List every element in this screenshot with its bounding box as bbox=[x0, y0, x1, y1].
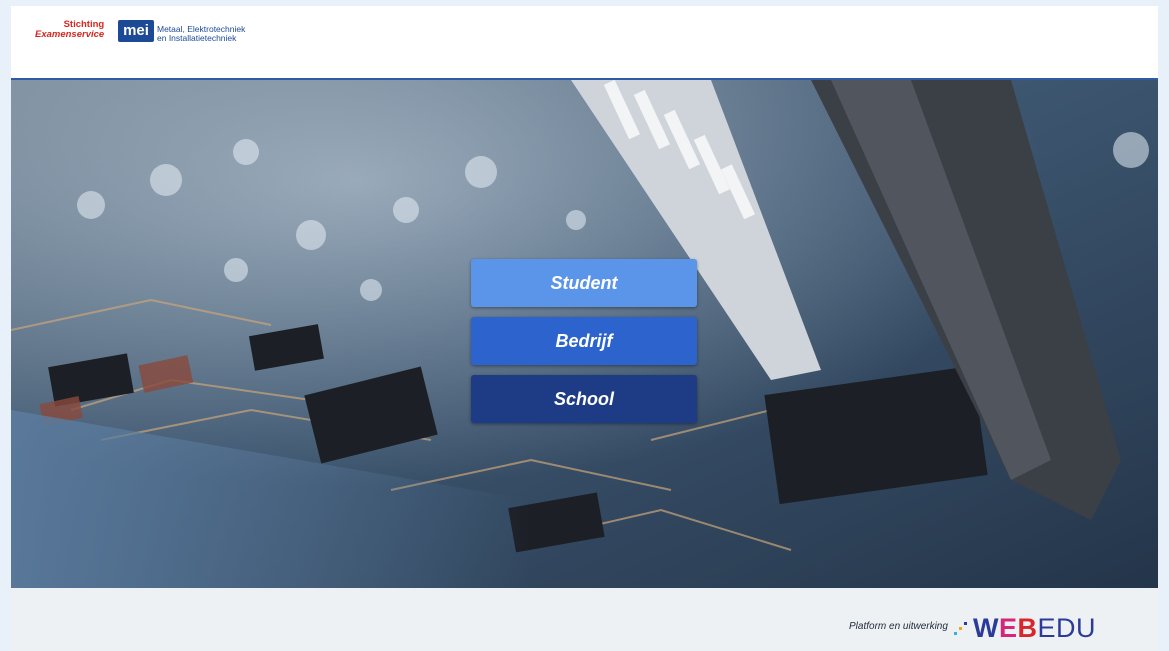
platform-credit: Platform en uitwerking bbox=[849, 621, 948, 632]
hero-image: Student Bedrijf School bbox=[11, 80, 1158, 588]
mei-tagline: Metaal, Elektrotechniek en Installatiete… bbox=[157, 25, 245, 43]
wordmark-b: B bbox=[1017, 612, 1038, 643]
role-menu: Student Bedrijf School bbox=[471, 259, 697, 433]
bedrijf-button[interactable]: Bedrijf bbox=[471, 317, 697, 365]
webedu-logo[interactable]: WEBEDU bbox=[954, 608, 1096, 648]
wordmark-edu: EDU bbox=[1037, 612, 1097, 643]
header: Stichting Examenservice mei Metaal, Elek… bbox=[11, 6, 1158, 80]
wordmark-w: W bbox=[973, 612, 999, 643]
logo-line2: Examenservice bbox=[35, 29, 105, 40]
stichting-logo: Stichting Examenservice bbox=[35, 20, 104, 40]
tagline-line2: en Installatietechniek bbox=[157, 33, 237, 43]
webedu-dots-icon bbox=[954, 621, 967, 635]
student-button[interactable]: Student bbox=[471, 259, 697, 307]
school-button[interactable]: School bbox=[471, 375, 697, 423]
footer: Platform en uitwerking WEBEDU bbox=[11, 588, 1158, 651]
mei-logo: mei bbox=[118, 20, 154, 42]
webedu-wordmark: WEBEDU bbox=[973, 613, 1096, 644]
page-frame: Stichting Examenservice mei Metaal, Elek… bbox=[11, 6, 1158, 651]
wordmark-e: E bbox=[998, 612, 1018, 643]
